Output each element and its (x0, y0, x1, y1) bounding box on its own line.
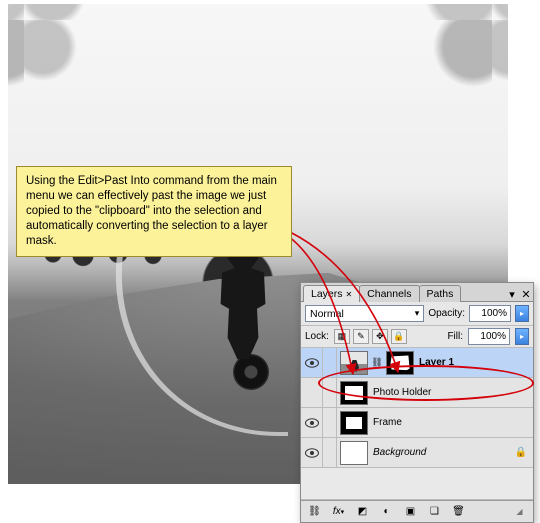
layer-list-empty (301, 468, 533, 500)
link-column[interactable] (323, 378, 337, 407)
link-column[interactable] (323, 408, 337, 437)
opacity-label: Opacity: (428, 308, 465, 319)
layer-fx-icon[interactable]: fx▾ (328, 503, 349, 520)
new-layer-icon[interactable]: ❏ (424, 503, 445, 520)
blend-opacity-row: Normal ▾ Opacity: 100% ▸ (301, 302, 533, 325)
tab-channels[interactable]: Channels (359, 285, 419, 302)
layer-row-photo-holder[interactable]: Photo Holder (301, 378, 533, 408)
chevron-down-icon: ▾ (415, 308, 420, 319)
tab-layers[interactable]: Layers ✕ (303, 285, 360, 302)
annotation-text: Using the Edit>Past Into command from th… (26, 175, 277, 247)
opacity-slider-button[interactable]: ▸ (515, 305, 529, 322)
panel-footer: ⛓ fx▾ ◩ ◐ ▣ ❏ 🗑 ◢ (301, 500, 533, 522)
panel-close-icon[interactable]: ✕ (519, 288, 533, 301)
tab-layers-label: Layers (311, 288, 343, 300)
visibility-toggle[interactable] (301, 408, 323, 437)
visibility-toggle[interactable] (301, 438, 323, 467)
layer-thumbnail[interactable] (340, 381, 368, 405)
lock-transparency-icon[interactable]: ▦ (334, 329, 350, 344)
visibility-toggle[interactable] (301, 378, 323, 407)
layer-row-background[interactable]: Background 🔒 (301, 438, 533, 468)
new-group-icon[interactable]: ▣ (400, 503, 421, 520)
layer-row-layer1[interactable]: ⛓ Layer 1 (301, 348, 533, 378)
lock-icon: 🔒 (515, 447, 527, 458)
panel-tabs: Layers ✕ Channels Paths ▾ ✕ (301, 283, 533, 302)
tab-paths[interactable]: Paths (419, 285, 462, 302)
lock-pixels-icon[interactable]: ✎ (353, 329, 369, 344)
link-layers-icon[interactable]: ⛓ (304, 503, 325, 520)
link-column[interactable] (323, 438, 337, 467)
layer-list: ⛓ Layer 1 Photo Holder Frame Background (301, 348, 533, 500)
fill-label: Fill: (447, 331, 463, 342)
mask-link-icon[interactable]: ⛓ (371, 357, 383, 368)
layer-thumbnail[interactable] (340, 351, 368, 375)
layer-name[interactable]: Layer 1 (419, 357, 454, 368)
add-mask-icon[interactable]: ◩ (352, 503, 373, 520)
fill-field[interactable]: 100% (468, 328, 510, 345)
opacity-field[interactable]: 100% (469, 305, 511, 322)
layer-row-frame[interactable]: Frame (301, 408, 533, 438)
layer-thumbnail[interactable] (340, 441, 368, 465)
lock-fill-row: Lock: ▦ ✎ ✥ 🔒 Fill: 100% ▸ (301, 325, 533, 348)
panel-minimize-icon[interactable]: ▾ (505, 288, 519, 301)
layer-thumbnail[interactable] (340, 411, 368, 435)
layer-mask-thumbnail[interactable] (386, 351, 414, 375)
lock-position-icon[interactable]: ✥ (372, 329, 388, 344)
blend-mode-select[interactable]: Normal ▾ (305, 305, 424, 322)
fill-slider-button[interactable]: ▸ (515, 328, 529, 345)
blend-mode-value: Normal (310, 308, 344, 320)
annotation-note: Using the Edit>Past Into command from th… (16, 166, 292, 257)
lock-label: Lock: (305, 331, 329, 342)
layer-name[interactable]: Frame (373, 417, 402, 428)
layers-panel: Layers ✕ Channels Paths ▾ ✕ Normal ▾ Opa… (300, 282, 534, 523)
delete-layer-icon[interactable]: 🗑 (448, 503, 469, 520)
adjustment-layer-icon[interactable]: ◐ (376, 503, 397, 520)
layer-name[interactable]: Background (373, 447, 426, 458)
link-column[interactable] (323, 348, 337, 377)
layer-name[interactable]: Photo Holder (373, 387, 431, 398)
resize-grip-icon[interactable]: ◢ (509, 503, 530, 520)
visibility-toggle[interactable] (301, 348, 323, 377)
lock-all-icon[interactable]: 🔒 (391, 329, 407, 344)
